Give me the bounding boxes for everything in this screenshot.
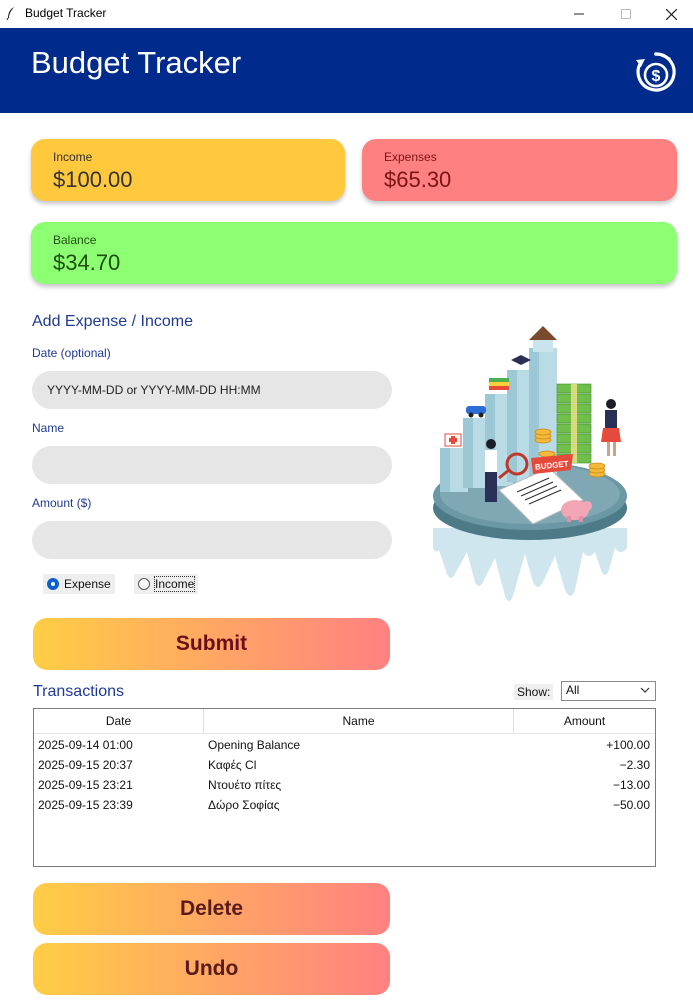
row-date: 2025-09-15 20:37 — [38, 758, 133, 772]
budget-illustration: BUDGET — [433, 326, 627, 601]
radio-selected-icon — [47, 578, 59, 590]
show-filter-select[interactable]: All — [561, 681, 656, 701]
table-header: Date Name Amount — [34, 709, 655, 734]
row-amount: −13.00 — [612, 778, 650, 792]
app-title: Budget Tracker — [31, 45, 242, 80]
app-header: Budget Tracker $ — [0, 28, 693, 113]
column-header-date[interactable]: Date — [34, 709, 204, 733]
window-title: Budget Tracker — [25, 6, 107, 20]
row-date: 2025-09-15 23:39 — [38, 798, 133, 812]
row-amount: −2.30 — [619, 758, 650, 772]
row-date: 2025-09-15 23:21 — [38, 778, 133, 792]
table-row[interactable]: 2025-09-15 20:37 Καφές Cl −2.30 — [34, 755, 655, 775]
row-name: Opening Balance — [208, 738, 301, 752]
name-label: Name — [32, 421, 65, 435]
dollar-cycle-icon: $ — [636, 52, 676, 92]
table-row[interactable]: 2025-09-15 23:21 Ντουέτο πίτες −13.00 — [34, 775, 655, 795]
row-amount: −50.00 — [612, 798, 650, 812]
expense-radio-label: Expense — [64, 577, 111, 591]
income-value: $100.00 — [53, 167, 133, 192]
delete-button[interactable]: Delete — [33, 883, 390, 935]
submit-button[interactable]: Submit — [33, 618, 390, 670]
close-button[interactable] — [648, 0, 693, 28]
expense-radio[interactable]: Expense — [43, 574, 115, 594]
transactions-title: Transactions — [33, 683, 124, 700]
balance-card: Balance $34.70 — [31, 222, 677, 284]
date-label: Date (optional) — [32, 346, 111, 360]
expenses-label: Expenses — [384, 150, 437, 164]
show-filter-value: All — [566, 683, 580, 697]
name-input[interactable] — [32, 446, 392, 484]
maximize-button[interactable] — [603, 0, 649, 28]
radio-unselected-icon — [138, 578, 150, 590]
table-row[interactable]: 2025-09-15 23:39 Δώρο Σοφίας −50.00 — [34, 795, 655, 815]
show-label: Show: — [514, 684, 554, 700]
column-header-name[interactable]: Name — [204, 709, 514, 733]
balance-label: Balance — [53, 233, 97, 247]
row-date: 2025-09-14 01:00 — [38, 738, 133, 752]
income-card: Income $100.00 — [31, 139, 345, 201]
row-name: Ντουέτο πίτες — [208, 778, 282, 792]
form-title: Add Expense / Income — [32, 313, 193, 330]
row-amount: +100.00 — [606, 738, 650, 752]
expenses-value: $65.30 — [384, 167, 452, 192]
feather-icon — [6, 6, 16, 23]
row-name: Δώρο Σοφίας — [208, 798, 280, 812]
undo-button[interactable]: Undo — [33, 943, 390, 995]
amount-label: Amount ($) — [32, 496, 92, 510]
table-row[interactable]: 2025-09-14 01:00 Opening Balance +100.00 — [34, 735, 655, 755]
chevron-down-icon — [640, 684, 650, 698]
income-label: Income — [53, 150, 93, 164]
window-titlebar: Budget Tracker — [0, 0, 693, 28]
minimize-button[interactable] — [556, 0, 602, 28]
income-radio[interactable]: Income — [134, 574, 199, 594]
income-radio-label: Income — [153, 576, 196, 592]
date-input[interactable] — [32, 371, 392, 409]
balance-value: $34.70 — [53, 250, 121, 275]
transactions-table[interactable]: Date Name Amount 2025-09-14 01:00 Openin… — [33, 708, 656, 867]
column-header-amount[interactable]: Amount — [514, 709, 655, 733]
logo-symbol: $ — [652, 68, 661, 85]
row-name: Καφές Cl — [208, 758, 257, 772]
expenses-card: Expenses $65.30 — [362, 139, 677, 201]
amount-input[interactable] — [32, 521, 392, 559]
